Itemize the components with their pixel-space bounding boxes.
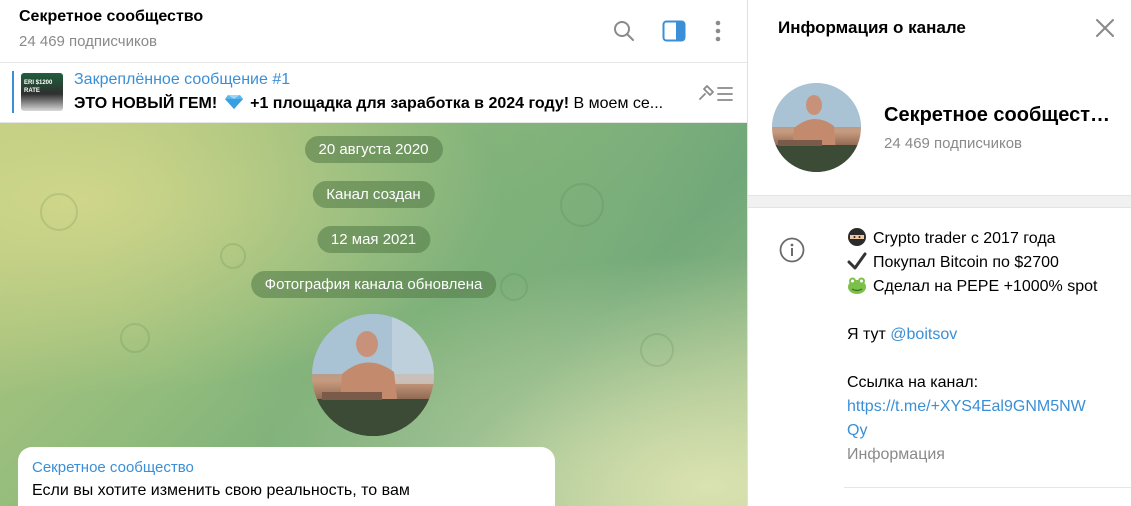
service-message: Канал создан	[312, 181, 435, 208]
date-pill: 20 августа 2020	[304, 136, 443, 163]
pin-list-icon[interactable]	[698, 81, 734, 105]
description-text: Crypto trader с 2017 года	[873, 230, 1056, 247]
chat-title[interactable]: Секретное сообщество	[19, 8, 203, 26]
frog-emoji-icon	[848, 277, 866, 294]
more-vertical-icon[interactable]	[703, 16, 733, 46]
thumb-caption-2: RATE	[24, 88, 40, 94]
wallpaper-doodle	[120, 323, 150, 353]
pinned-text-bold: ЭТО НОВЫЙ ГЕМ!	[74, 95, 218, 112]
message-bubble[interactable]: Секретное сообщество Если вы хотите изме…	[18, 447, 555, 506]
description-line: Покупал Bitcoin по $2700	[847, 251, 1097, 275]
pinned-message-bar[interactable]: ERI $1200 RATE Закреплённое сообщение #1…	[0, 63, 747, 123]
channel-name: Секретное сообщество	[884, 104, 1114, 126]
description-line: Я тут @boitsov	[847, 323, 1097, 347]
info-panel-title: Информация о канале	[778, 18, 966, 37]
info-caption: Информация	[847, 446, 945, 463]
channel-link[interactable]: https://t.me/+XYS4Eal9GNM5NW	[847, 395, 1097, 419]
channel-description: Crypto trader с 2017 года Покупал Bitcoi…	[847, 227, 1097, 467]
description-line: Crypto trader с 2017 года	[847, 227, 1097, 251]
link-label: Ссылка на канал:	[847, 374, 979, 391]
pinned-thumbnail: ERI $1200 RATE	[21, 73, 63, 111]
pinned-text: ЭТО НОВЫЙ ГЕМ! +1 площадка для заработка…	[74, 94, 670, 113]
channel-info-panel: Информация о канале Секретное сообщество…	[748, 0, 1131, 506]
channel-avatar[interactable]	[772, 83, 861, 172]
channel-subscribers: 24 469 подписчиков	[884, 135, 1023, 152]
wallpaper-doodle	[220, 243, 246, 269]
section-separator	[748, 195, 1131, 208]
ninja-emoji-icon	[848, 228, 866, 246]
sidebar-toggle-icon[interactable]	[659, 16, 689, 46]
wallpaper-doodle	[40, 193, 78, 231]
channel-link-continued[interactable]: Qy	[847, 419, 1097, 443]
wallpaper-doodle	[640, 333, 674, 367]
pinned-text-after: +1 площадка для заработка в 2024 году!	[245, 95, 570, 112]
pinned-text-rest: В моем се...	[569, 95, 664, 112]
message-text: Если вы хотите изменить свою реальность,…	[32, 482, 410, 499]
gem-emoji-icon	[224, 95, 243, 109]
close-icon[interactable]	[1094, 17, 1116, 39]
search-icon[interactable]	[609, 16, 639, 46]
service-message: Фотография канала обновлена	[250, 271, 497, 298]
thumb-caption-1: ERI $1200	[24, 80, 53, 86]
section-divider	[844, 487, 1131, 488]
description-text: Сделал на PEPE +1000% spot	[873, 278, 1098, 295]
info-icon	[779, 237, 805, 263]
description-line: Сделал на PEPE +1000% spot	[847, 275, 1097, 299]
date-pill: 12 мая 2021	[316, 226, 431, 253]
here-prefix: Я тут	[847, 326, 891, 343]
wallpaper-doodle	[560, 183, 604, 227]
pinned-indicator	[12, 71, 14, 113]
chat-area: Секретное сообщество 24 469 подписчиков …	[0, 0, 747, 506]
chat-subscribers: 24 469 подписчиков	[19, 33, 158, 50]
wallpaper-doodle	[500, 273, 528, 301]
pinned-title: Закреплённое сообщение #1	[74, 71, 291, 88]
handle-link[interactable]: @boitsov	[890, 326, 957, 343]
chat-header[interactable]: Секретное сообщество 24 469 подписчиков	[0, 0, 747, 63]
description-text: Покупал Bitcoin по $2700	[873, 254, 1059, 271]
channel-photo-update[interactable]	[312, 314, 434, 436]
message-author[interactable]: Секретное сообщество	[32, 459, 194, 476]
check-emoji-icon	[847, 252, 867, 270]
